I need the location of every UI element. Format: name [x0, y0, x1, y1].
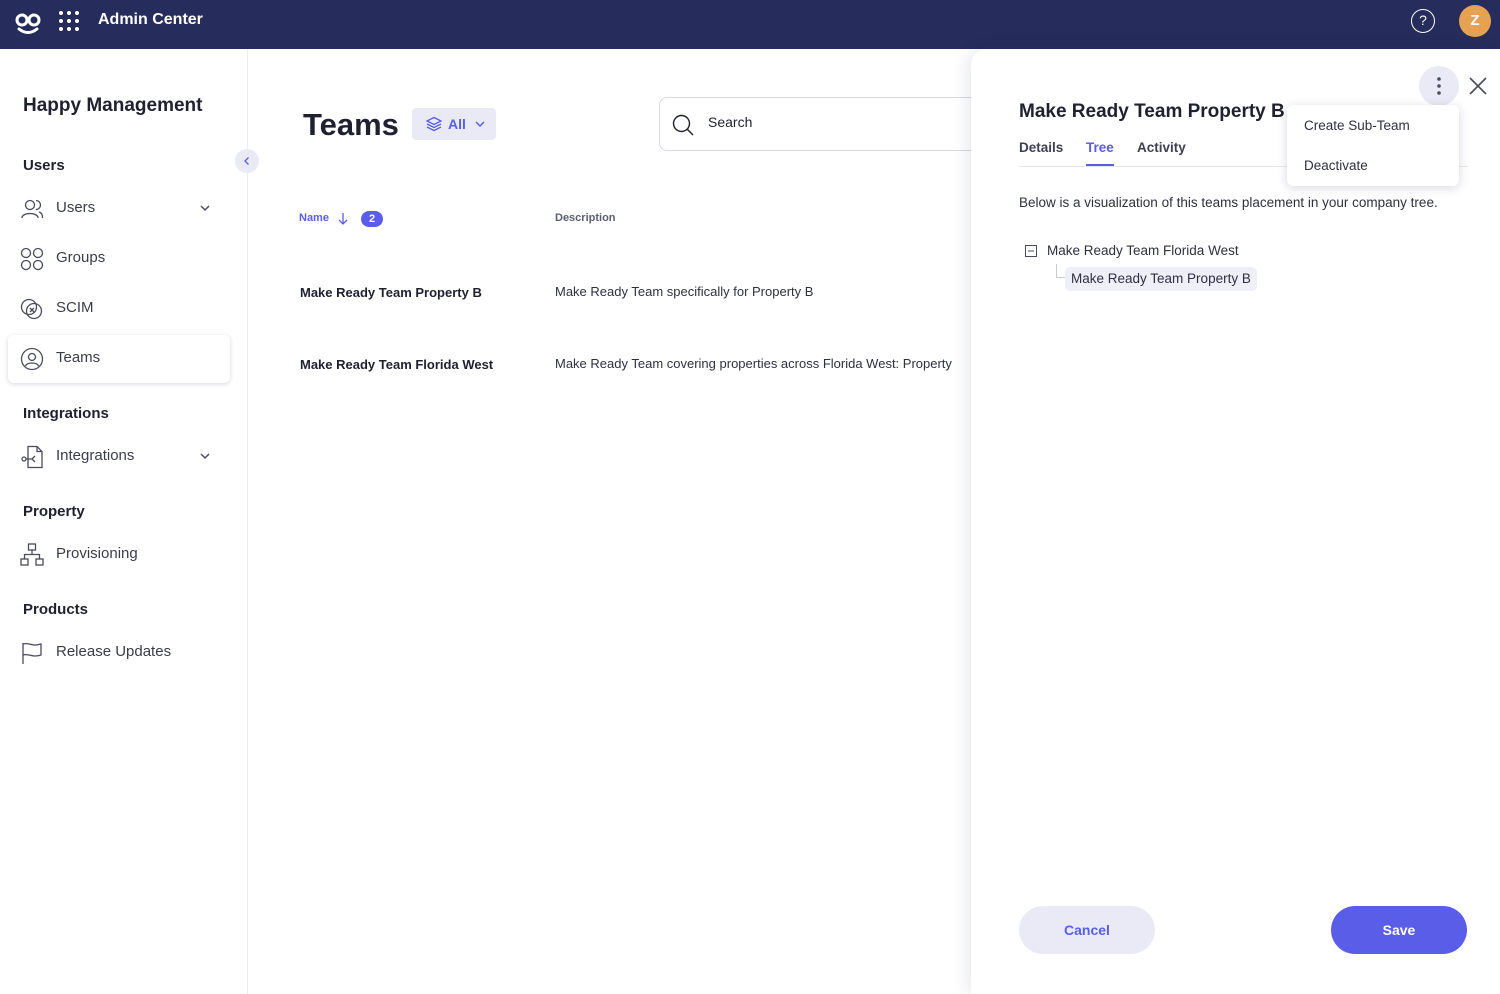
- tree-node-root[interactable]: Make Ready Team Florida West: [1047, 243, 1239, 258]
- count-badge: 2: [361, 211, 383, 227]
- team-detail-panel: Make Ready Team Property B Details Tree …: [971, 49, 1500, 994]
- sidebar-item-integrations[interactable]: Integrations: [8, 433, 230, 481]
- sidebar-item-provisioning[interactable]: Provisioning: [8, 531, 230, 579]
- search-icon: [672, 114, 694, 136]
- tree-description: Below is a visualization of this teams p…: [1019, 195, 1438, 210]
- sidebar-item-scim[interactable]: SCIM: [8, 285, 230, 333]
- sidebar-item-release-updates[interactable]: Release Updates: [8, 629, 230, 677]
- groups-icon: [20, 247, 44, 271]
- table-row-description: Make Ready Team covering properties acro…: [555, 356, 952, 371]
- sidebar-item-label: Teams: [56, 349, 101, 366]
- menu-item-deactivate[interactable]: Deactivate: [1304, 158, 1368, 173]
- company-logo-icon[interactable]: [14, 9, 42, 37]
- chevron-left-icon: [244, 157, 249, 165]
- sidebar-item-users[interactable]: Users: [8, 185, 230, 233]
- section-title-users: Users: [23, 157, 65, 174]
- collapse-sidebar-button[interactable]: [235, 149, 259, 173]
- table-row-name[interactable]: Make Ready Team Florida West: [300, 357, 493, 372]
- close-icon[interactable]: [1468, 76, 1488, 96]
- search-input[interactable]: [708, 114, 968, 130]
- collapse-node-icon[interactable]: [1025, 245, 1037, 257]
- filter-label: All: [448, 116, 466, 132]
- column-header-name[interactable]: Name: [299, 212, 329, 224]
- sidebar-item-label: Provisioning: [56, 545, 138, 562]
- column-header-description: Description: [555, 212, 616, 224]
- provisioning-icon: [20, 543, 44, 566]
- sidebar: Happy Management Users Users Groups SCIM…: [0, 49, 248, 994]
- section-title-products: Products: [23, 601, 89, 618]
- section-title-property: Property: [23, 503, 85, 520]
- sidebar-item-label: Release Updates: [56, 643, 172, 660]
- chevron-down-icon: [475, 121, 485, 128]
- org-name: Happy Management: [23, 95, 203, 116]
- section-title-integrations: Integrations: [23, 405, 109, 422]
- sidebar-item-label: Users: [56, 199, 96, 216]
- flag-icon: [22, 642, 42, 664]
- avatar[interactable]: Z: [1459, 5, 1491, 37]
- panel-title: Make Ready Team Property B: [1019, 101, 1285, 122]
- app-title: Admin Center: [98, 11, 203, 28]
- tab-activity[interactable]: Activity: [1137, 140, 1186, 166]
- sort-down-icon[interactable]: [337, 212, 349, 226]
- chevron-down-icon[interactable]: [198, 449, 212, 463]
- tree-node-current[interactable]: Make Ready Team Property B: [1065, 267, 1257, 291]
- sidebar-item-label: SCIM: [56, 299, 94, 316]
- cancel-button[interactable]: Cancel: [1019, 906, 1155, 954]
- table-row-name[interactable]: Make Ready Team Property B: [300, 285, 482, 300]
- search-box: [659, 97, 999, 151]
- more-vertical-icon: [1437, 77, 1441, 95]
- tab-details[interactable]: Details: [1019, 140, 1063, 166]
- team-icon: [20, 347, 44, 371]
- tab-tree[interactable]: Tree: [1086, 140, 1114, 166]
- menu-item-create-sub-team[interactable]: Create Sub-Team: [1304, 118, 1410, 133]
- options-menu: Create Sub-Team Deactivate: [1287, 105, 1459, 186]
- sidebar-item-label: Integrations: [56, 447, 135, 464]
- sidebar-item-groups[interactable]: Groups: [8, 235, 230, 283]
- chevron-down-icon[interactable]: [198, 201, 212, 215]
- app-grid-icon[interactable]: [58, 10, 80, 32]
- sidebar-item-teams[interactable]: Teams: [8, 335, 230, 383]
- page-title: Teams: [303, 107, 399, 142]
- integrations-icon: [21, 445, 43, 469]
- layers-icon: [426, 116, 442, 132]
- top-bar: Admin Center ? Z: [0, 0, 1500, 49]
- user-icon: [21, 199, 44, 219]
- more-options-button[interactable]: [1419, 66, 1459, 106]
- table-row-description: Make Ready Team specifically for Propert…: [555, 284, 814, 299]
- sidebar-item-label: Groups: [56, 249, 106, 266]
- help-icon[interactable]: ?: [1411, 9, 1435, 33]
- save-button[interactable]: Save: [1331, 906, 1467, 954]
- filter-dropdown[interactable]: All: [412, 108, 496, 140]
- scim-icon: [20, 298, 43, 320]
